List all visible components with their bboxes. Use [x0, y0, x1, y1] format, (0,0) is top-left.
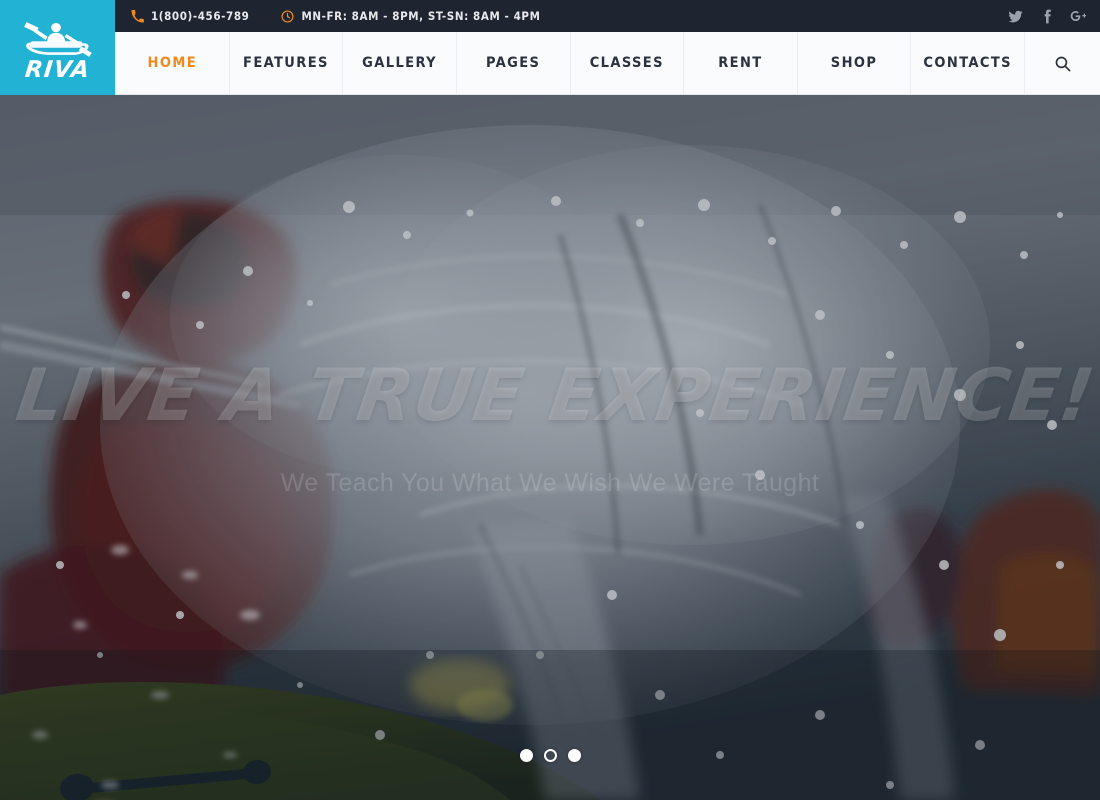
hero-background-photo	[0, 95, 1100, 800]
nav-label: CONTACTS	[923, 55, 1012, 71]
nav-item-classes[interactable]: CLASSES	[571, 32, 685, 94]
nav-label: HOME	[148, 55, 198, 71]
nav-label: CLASSES	[590, 55, 664, 71]
hero-slider: LIVE A TRUE EXPERIENCE! We Teach You Wha…	[0, 95, 1100, 800]
nav-item-features[interactable]: FEATURES	[230, 32, 344, 94]
working-hours: MN-FR: 8AM - 8PM, ST-SN: 8AM - 4PM	[281, 9, 540, 23]
carousel-pagination	[0, 749, 1100, 762]
page-root: RIVA 1(800)-456-789 MN-FR:	[0, 0, 1100, 800]
working-hours-text: MN-FR: 8AM - 8PM, ST-SN: 8AM - 4PM	[301, 9, 540, 23]
carousel-dot-2[interactable]	[544, 749, 557, 762]
nav-item-pages[interactable]: PAGES	[457, 32, 571, 94]
phone-icon	[131, 10, 144, 23]
search-icon	[1054, 55, 1071, 72]
google-plus-icon[interactable]	[1070, 8, 1086, 24]
raft-kayak-icon	[19, 15, 97, 61]
site-header: RIVA 1(800)-456-789 MN-FR:	[0, 0, 1100, 95]
nav-label: PAGES	[486, 55, 540, 71]
carousel-dot-3[interactable]	[568, 749, 581, 762]
nav-label: FEATURES	[243, 55, 329, 71]
carousel-dot-1[interactable]	[520, 749, 533, 762]
brand-name: RIVA	[24, 59, 92, 82]
facebook-icon[interactable]	[1039, 9, 1054, 24]
brand-logo[interactable]: RIVA	[0, 0, 115, 95]
nav-item-shop[interactable]: SHOP	[798, 32, 912, 94]
nav-item-home[interactable]: HOME	[115, 32, 230, 94]
nav-item-gallery[interactable]: GALLERY	[343, 32, 457, 94]
social-links	[1008, 8, 1086, 24]
contact-phone[interactable]: 1(800)-456-789	[131, 9, 249, 23]
twitter-icon[interactable]	[1008, 9, 1023, 24]
nav-item-rent[interactable]: RENT	[684, 32, 798, 94]
clock-icon	[281, 10, 294, 23]
main-navigation: HOME FEATURES GALLERY PAGES CLASSES RENT…	[115, 32, 1100, 95]
phone-number: 1(800)-456-789	[151, 9, 249, 23]
top-utility-bar: 1(800)-456-789 MN-FR: 8AM - 8PM, ST-SN: …	[115, 0, 1100, 32]
nav-label: GALLERY	[362, 55, 437, 71]
nav-item-contacts[interactable]: CONTACTS	[911, 32, 1025, 94]
nav-label: SHOP	[831, 55, 878, 71]
nav-label: RENT	[718, 55, 762, 71]
search-button[interactable]	[1025, 32, 1100, 94]
